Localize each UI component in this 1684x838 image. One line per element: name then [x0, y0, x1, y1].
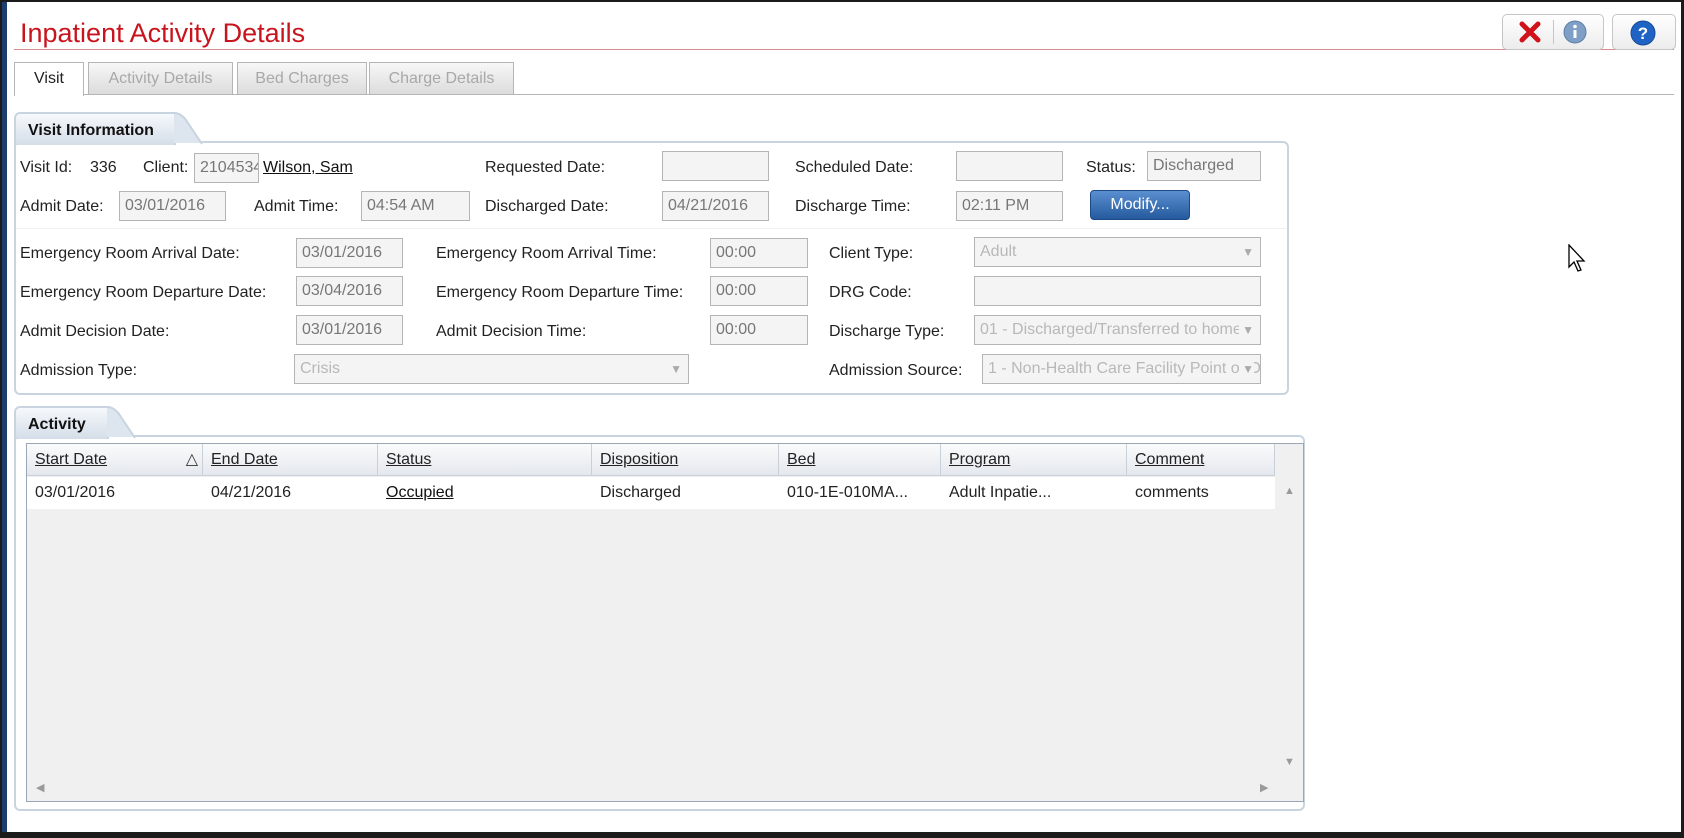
taskbar-strip [0, 832, 1684, 838]
er-arrival-date-field[interactable]: 03/01/2016 [296, 238, 403, 268]
close-icon[interactable] [1518, 20, 1542, 44]
client-name-link[interactable]: Wilson, Sam [263, 159, 353, 177]
tab-strip-line [14, 94, 1674, 95]
admit-decision-time-label: Admit Decision Time: [436, 323, 587, 340]
sort-ascending-icon: △ [185, 451, 198, 468]
horizontal-scrollbar[interactable] [27, 774, 1275, 801]
discharge-time-field[interactable]: 02:11 PM [956, 191, 1063, 221]
column-header-start-date[interactable]: Start Date △ [27, 444, 203, 476]
admission-type-select[interactable]: Crisis ▼ [294, 354, 689, 384]
tab-charge-details[interactable]: Charge Details [369, 62, 514, 94]
cell-bed: 010-1E-010MA... [787, 484, 908, 501]
cell-status-link[interactable]: Occupied [378, 477, 454, 509]
admit-decision-time-field[interactable]: 00:00 [710, 315, 808, 345]
discharge-type-value: 01 - Discharged/Transferred to home [980, 321, 1242, 338]
scroll-up-icon[interactable]: ▲ [1284, 485, 1295, 497]
admit-decision-date-field[interactable]: 03/01/2016 [296, 315, 403, 345]
admit-date-field[interactable]: 03/01/2016 [119, 191, 226, 221]
requested-date-label: Requested Date: [485, 159, 606, 176]
tab-visit[interactable]: Visit [14, 62, 84, 96]
drg-code-label: DRG Code: [829, 284, 912, 301]
toolbar-separator [1553, 20, 1554, 44]
svg-text:?: ? [1638, 24, 1648, 43]
visit-id-value: 336 [90, 159, 117, 176]
scroll-left-icon[interactable]: ◀ [36, 781, 44, 794]
title-divider [14, 49, 1674, 50]
status-label: Status: [1086, 159, 1136, 176]
column-header-end-date[interactable]: End Date [203, 444, 378, 476]
cell-disposition: Discharged [600, 484, 681, 501]
visit-information-header: Visit Information [14, 112, 176, 145]
discharge-time-label: Discharge Time: [795, 198, 911, 215]
tab-bed-charges[interactable]: Bed Charges [237, 62, 367, 94]
mouse-cursor-icon [1568, 244, 1586, 272]
discharge-type-label: Discharge Type: [829, 323, 945, 340]
column-label: Start Date [35, 451, 108, 468]
client-type-select[interactable]: Adult ▼ [974, 237, 1261, 267]
cell-comment: comments [1135, 484, 1209, 501]
column-header-status[interactable]: Status [378, 444, 592, 476]
help-icon[interactable]: ? [1630, 20, 1656, 46]
column-header-disposition[interactable]: Disposition [592, 444, 779, 476]
client-id-field[interactable]: 2104534 [194, 153, 259, 183]
admission-type-label: Admission Type: [20, 362, 138, 379]
er-departure-date-field[interactable]: 03/04/2016 [296, 276, 403, 306]
tab-activity-details[interactable]: Activity Details [88, 62, 233, 94]
scheduled-date-field[interactable] [956, 151, 1063, 181]
dropdown-arrow-icon: ▼ [1239, 355, 1254, 383]
status-field[interactable]: Discharged [1147, 151, 1261, 181]
er-departure-date-label: Emergency Room Departure Date: [20, 284, 267, 301]
panel-tab-corner [107, 406, 136, 439]
client-type-value: Adult [980, 243, 1017, 260]
er-arrival-date-label: Emergency Room Arrival Date: [20, 245, 240, 262]
cell-start-date: 03/01/2016 [35, 484, 116, 501]
admission-source-label: Admission Source: [829, 362, 963, 379]
info-icon[interactable] [1563, 20, 1587, 44]
er-arrival-time-label: Emergency Room Arrival Time: [436, 245, 657, 262]
page-title: Inpatient Activity Details [20, 18, 306, 48]
column-header-comment[interactable]: Comment [1127, 444, 1275, 476]
er-arrival-time-field[interactable]: 00:00 [710, 238, 808, 268]
er-departure-time-field[interactable]: 00:00 [710, 276, 808, 306]
requested-date-field[interactable] [662, 151, 769, 181]
admission-source-value: 1 - Non-Health Care Facility Point of Or… [988, 360, 1261, 377]
cell-end-date: 04/21/2016 [211, 484, 292, 501]
dropdown-arrow-icon: ▼ [1239, 316, 1254, 344]
activity-header: Activity [14, 406, 109, 439]
dropdown-arrow-icon: ▼ [670, 362, 682, 376]
admit-time-field[interactable]: 04:54 AM [361, 191, 470, 221]
client-type-label: Client Type: [829, 245, 914, 262]
admit-decision-date-label: Admit Decision Date: [20, 323, 170, 340]
visit-info-divider [16, 228, 1286, 229]
admit-date-label: Admit Date: [20, 198, 104, 215]
admission-type-value: Crisis [300, 360, 340, 377]
cell-program: Adult Inpatie... [949, 484, 1052, 501]
visit-id-label: Visit Id: [20, 159, 73, 176]
client-label: Client: [143, 159, 189, 176]
modify-button[interactable]: Modify... [1090, 190, 1190, 220]
scroll-down-icon[interactable]: ▼ [1284, 756, 1295, 768]
discharged-date-label: Discharged Date: [485, 198, 609, 215]
discharge-type-select[interactable]: 01 - Discharged/Transferred to home ▼ [974, 315, 1261, 345]
discharged-date-field[interactable]: 04/21/2016 [662, 191, 769, 221]
admit-time-label: Admit Time: [254, 198, 339, 215]
column-header-bed[interactable]: Bed [779, 444, 941, 476]
panel-tab-corner [174, 112, 203, 145]
scheduled-date-label: Scheduled Date: [795, 159, 914, 176]
er-departure-time-label: Emergency Room Departure Time: [436, 284, 684, 301]
column-header-program[interactable]: Program [941, 444, 1127, 476]
dropdown-arrow-icon: ▼ [1242, 245, 1254, 259]
drg-code-field[interactable] [974, 276, 1261, 306]
admission-source-select[interactable]: 1 - Non-Health Care Facility Point of Or… [982, 354, 1261, 384]
scroll-right-icon[interactable]: ▶ [1260, 781, 1268, 794]
